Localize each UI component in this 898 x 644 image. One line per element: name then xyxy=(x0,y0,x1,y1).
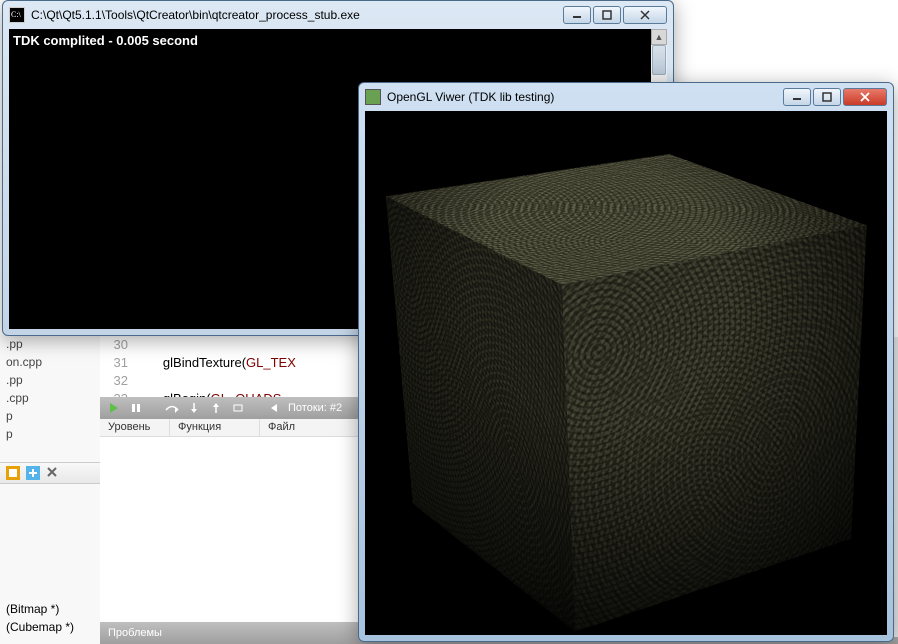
viewer-titlebar[interactable]: OpenGL Viwer (TDK lib testing) xyxy=(359,83,893,111)
back-icon[interactable] xyxy=(266,400,282,416)
col-function[interactable]: Функция xyxy=(170,419,260,436)
step-into-button[interactable] xyxy=(186,400,202,416)
console-title: C:\Qt\Qt5.1.1\Tools\QtCreator\bin\qtcrea… xyxy=(31,8,563,22)
close-icon[interactable] xyxy=(46,466,60,480)
console-titlebar[interactable]: C:\Qt\Qt5.1.1\Tools\QtCreator\bin\qtcrea… xyxy=(3,1,673,29)
threads-label[interactable]: Потоки: #2 xyxy=(288,402,342,414)
rendered-cube xyxy=(467,187,761,563)
opengl-app-icon xyxy=(365,89,381,105)
tree-item[interactable]: on.cpp xyxy=(0,353,100,371)
tree-item[interactable]: p xyxy=(0,425,100,443)
cmd-icon xyxy=(9,7,25,23)
restart-button[interactable] xyxy=(230,400,246,416)
code-lines: glBindTexture(GL_TEX glBegin(GL_QUADS xyxy=(134,337,296,397)
outline-item[interactable]: (Cubemap *) xyxy=(0,618,100,636)
step-over-button[interactable] xyxy=(164,400,180,416)
maximize-button[interactable] xyxy=(813,88,841,106)
opengl-viewer-window[interactable]: OpenGL Viwer (TDK lib testing) xyxy=(358,82,894,642)
tree-item[interactable]: .cpp xyxy=(0,389,100,407)
locator-bar xyxy=(0,462,100,484)
outline-item[interactable]: (Bitmap *) xyxy=(0,600,100,618)
locator-icon-1[interactable] xyxy=(6,466,20,480)
locator-icon-2[interactable] xyxy=(26,466,40,480)
tree-item[interactable]: .pp xyxy=(0,335,100,353)
minimize-button[interactable] xyxy=(783,88,811,106)
problems-tab[interactable]: Проблемы xyxy=(108,627,162,639)
console-output: TDK complited - 0.005 second xyxy=(13,33,198,48)
viewer-title: OpenGL Viwer (TDK lib testing) xyxy=(387,90,783,104)
col-level[interactable]: Уровень xyxy=(100,419,170,436)
close-button[interactable] xyxy=(623,6,667,24)
scroll-up-icon[interactable]: ▲ xyxy=(651,29,667,45)
pause-button[interactable] xyxy=(128,400,144,416)
minimize-button[interactable] xyxy=(563,6,591,24)
tree-item[interactable]: p xyxy=(0,407,100,425)
step-out-button[interactable] xyxy=(208,400,224,416)
maximize-button[interactable] xyxy=(593,6,621,24)
tree-item[interactable]: .pp xyxy=(0,371,100,389)
close-button[interactable] xyxy=(843,88,887,106)
line-numbers: 30 31 32 33 xyxy=(100,337,134,397)
project-tree-fragment: .pp on.cpp .pp .cpp p p xyxy=(0,335,100,644)
code-editor[interactable]: 30 31 32 33 glBindTexture(GL_TEX glBegin… xyxy=(100,337,360,397)
outline-items: (Bitmap *) (Cubemap *) xyxy=(0,600,100,636)
opengl-viewport[interactable] xyxy=(365,111,887,635)
scroll-thumb[interactable] xyxy=(652,45,666,75)
continue-button[interactable] xyxy=(106,400,122,416)
